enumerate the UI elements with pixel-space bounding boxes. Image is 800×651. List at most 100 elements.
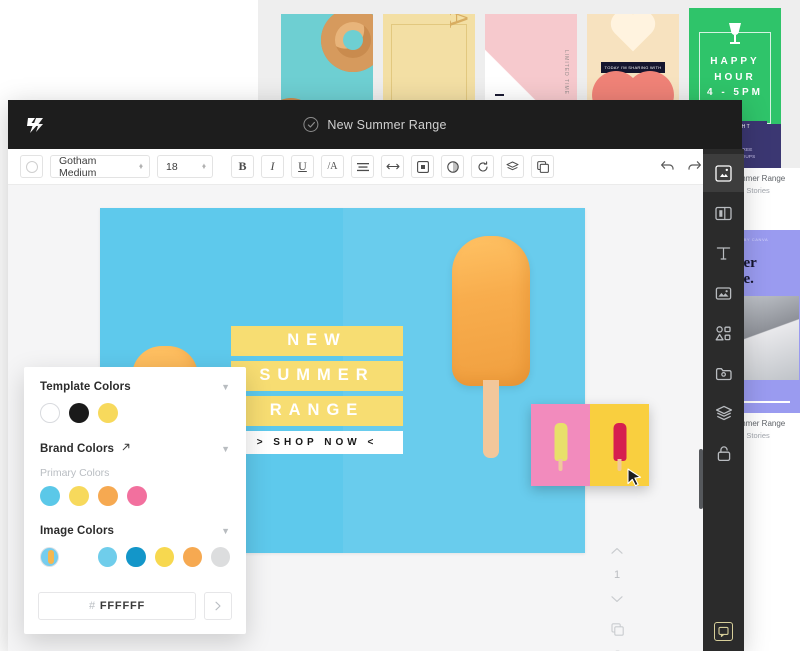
color-swatch[interactable] xyxy=(182,547,202,567)
image-colors-section-header[interactable]: Image Colors ▼ xyxy=(40,525,230,537)
image-colors-title: Image Colors xyxy=(40,525,115,537)
chat-bubble-icon xyxy=(714,622,733,641)
app-logo-icon[interactable] xyxy=(8,112,64,138)
color-panel-body: Template Colors ▼ Brand Colors ▼ Primary… xyxy=(24,367,246,582)
color-swatch[interactable] xyxy=(98,547,118,567)
move-page-up-button[interactable] xyxy=(611,542,623,560)
brand-colors-label: Brand Colors xyxy=(40,442,115,455)
transparency-button[interactable] xyxy=(441,155,464,178)
headline-line-1: NEW xyxy=(231,326,403,356)
wine-glass-icon xyxy=(725,21,745,50)
position-button[interactable] xyxy=(411,155,434,178)
text-case-button[interactable]: /A xyxy=(321,155,344,178)
sidebar-item-layouts[interactable] xyxy=(703,194,744,232)
popsicle-body xyxy=(554,423,567,461)
duplicate-page-button[interactable] xyxy=(610,623,624,641)
stepper-icon: ▲ ▼ xyxy=(138,162,144,171)
image-colors-swatches xyxy=(40,547,230,567)
thumb-dash xyxy=(495,94,504,96)
sidebar-item-elements[interactable] xyxy=(703,314,744,352)
sidebar-item-templates[interactable] xyxy=(703,154,744,192)
brand-colors-title: Brand Colors xyxy=(40,442,131,455)
spacing-button[interactable] xyxy=(381,155,404,178)
bold-button[interactable]: B xyxy=(231,155,254,178)
color-picker-panel: Template Colors ▼ Brand Colors ▼ Primary… xyxy=(24,367,246,634)
editor-window: New Summer Range Gotham Medium ▲ ▼ 18 ▲ ▼ … xyxy=(8,100,742,651)
text-color-button[interactable] xyxy=(20,155,43,178)
italic-button[interactable]: I xyxy=(261,155,284,178)
popsicle-body xyxy=(452,236,530,386)
color-swatch[interactable] xyxy=(40,403,60,423)
drag-half-pink xyxy=(531,404,590,486)
popsicle-stick xyxy=(558,459,563,471)
headline-line-2: SUMMER xyxy=(231,361,403,391)
shop-now-cta[interactable]: > SHOP NOW < xyxy=(231,431,403,454)
headline-text-block[interactable]: NEW SUMMER RANGE > SHOP NOW < xyxy=(231,326,403,454)
color-swatch[interactable] xyxy=(210,547,230,567)
color-swatch[interactable] xyxy=(40,486,60,506)
right-sidebar xyxy=(699,149,744,651)
color-swatch[interactable] xyxy=(127,486,147,506)
primary-colors-subtitle: Primary Colors xyxy=(40,467,110,479)
popsicle-yellow xyxy=(554,423,567,471)
sidebar-item-lock[interactable] xyxy=(703,434,744,472)
hex-color-input[interactable]: # FFFFFF xyxy=(38,592,196,620)
font-size-select[interactable]: 18 ▲ ▼ xyxy=(157,155,213,178)
popsicle-stick xyxy=(617,459,622,471)
color-swatch[interactable] xyxy=(69,486,89,506)
brand-colors-section-header[interactable]: Brand Colors ▼ xyxy=(40,442,230,455)
sidebar-item-layers[interactable] xyxy=(703,394,744,432)
popsicle-stick xyxy=(483,380,499,458)
sidebar-item-uploads[interactable] xyxy=(703,354,744,392)
move-page-down-button[interactable] xyxy=(611,590,623,608)
popsicle-red xyxy=(613,423,626,471)
underline-button[interactable]: U xyxy=(291,155,314,178)
page-controls: 1 xyxy=(606,542,628,651)
stepper-icon: ▲ ▼ xyxy=(201,162,207,171)
color-swatch[interactable] xyxy=(69,403,89,423)
layers-button[interactable] xyxy=(501,155,524,178)
help-button[interactable] xyxy=(703,622,744,641)
font-family-value: Gotham Medium xyxy=(59,154,97,179)
popsicle-body xyxy=(613,423,626,461)
thumb-line-2: HOUR xyxy=(714,71,756,83)
color-swatch-icon xyxy=(25,160,38,173)
page-number: 1 xyxy=(613,569,621,581)
chevron-down-icon[interactable]: ▼ xyxy=(221,382,230,392)
font-family-select[interactable]: Gotham Medium ▲ ▼ xyxy=(50,154,150,179)
heart-icon xyxy=(614,14,652,52)
popsicle-large xyxy=(452,236,530,458)
template-colors-title: Template Colors xyxy=(40,381,131,393)
align-button[interactable] xyxy=(351,155,374,178)
color-swatch[interactable] xyxy=(154,547,174,567)
template-colors-swatches xyxy=(40,403,230,423)
chevron-down-icon[interactable]: ▼ xyxy=(221,526,230,536)
editor-body: NEW SUMMER RANGE > SHOP NOW < 1 Template… xyxy=(8,185,742,651)
sidebar-item-text[interactable] xyxy=(703,234,744,272)
scrollbar[interactable] xyxy=(699,449,703,509)
undo-button[interactable] xyxy=(658,158,676,176)
chevron-down-icon[interactable]: ▼ xyxy=(221,444,230,454)
image-thumbnail-swatch[interactable] xyxy=(40,547,60,567)
brand-colors-swatches xyxy=(40,486,230,506)
mouse-cursor-icon xyxy=(627,468,642,494)
font-size-value: 18 xyxy=(166,160,178,173)
color-swatch[interactable] xyxy=(98,486,118,506)
redo-button[interactable] xyxy=(685,158,703,176)
color-swatch[interactable] xyxy=(98,403,118,423)
screenshot-root: 12 DAYS of DONUT Q&A My favorite flavor … xyxy=(0,0,800,651)
rotate-button[interactable] xyxy=(471,155,494,178)
thumb-text: HAPPY HOUR 4 - 5PM xyxy=(689,54,781,101)
document-title-area[interactable]: New Summer Range xyxy=(303,117,446,132)
color-swatch[interactable] xyxy=(126,547,146,567)
swatch-gap xyxy=(68,547,89,567)
thumb-vertical-text: LIMITED TIME xyxy=(563,50,569,95)
template-colors-section-header[interactable]: Template Colors ▼ xyxy=(40,381,230,393)
text-toolbar: Gotham Medium ▲ ▼ 18 ▲ ▼ B I U /A xyxy=(8,149,742,185)
sidebar-item-photos[interactable] xyxy=(703,274,744,312)
external-link-icon[interactable] xyxy=(121,442,131,455)
headline-line-3: RANGE xyxy=(231,396,403,426)
hex-apply-button[interactable] xyxy=(204,592,232,620)
duplicate-button[interactable] xyxy=(531,155,554,178)
hex-hash: # xyxy=(88,600,96,612)
